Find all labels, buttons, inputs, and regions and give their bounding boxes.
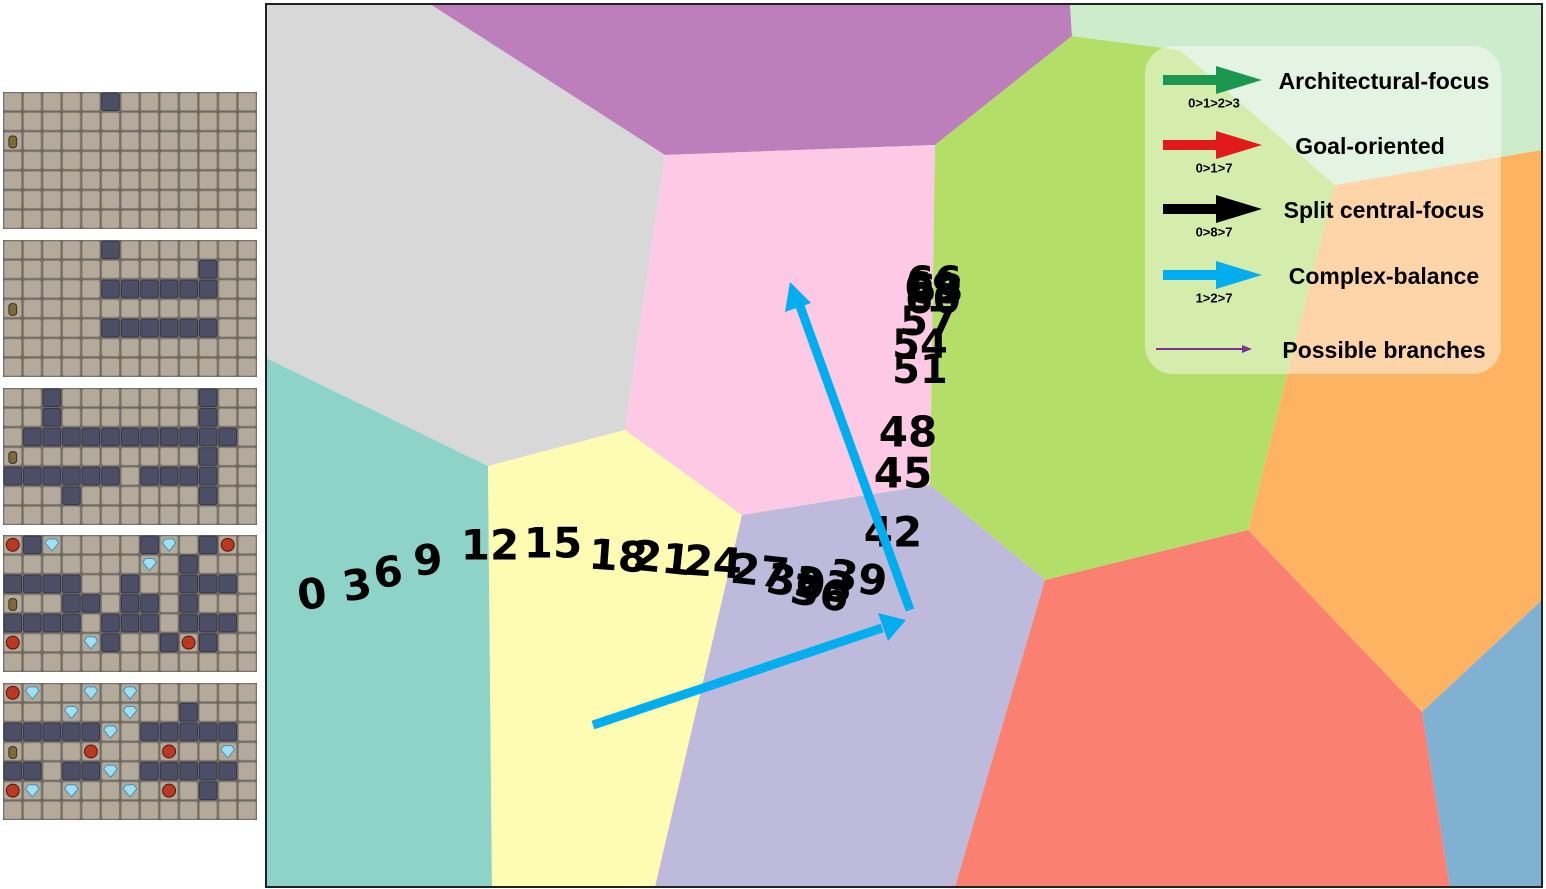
legend-arrow-shaft <box>1163 204 1221 214</box>
iteration-label: 39 <box>826 550 891 607</box>
legend-title: Possible branches <box>1282 337 1485 363</box>
legend-title: Split central-focus <box>1284 197 1485 223</box>
legend-title: Goal-oriented <box>1295 133 1445 159</box>
legend-path: 0>8>7 <box>1196 225 1233 240</box>
iteration-label: 69 <box>904 265 960 311</box>
legend-path: 0>1>2>3 <box>1188 96 1240 111</box>
iteration-label: 48 <box>879 408 937 457</box>
legend-title: Complex-balance <box>1289 263 1479 289</box>
voronoi-map: 0 36 9 12 15 18212427303336394245485154576063… <box>265 3 1543 888</box>
legend-path: 1>2>7 <box>1196 291 1233 306</box>
legend-path: 0>1>7 <box>1196 161 1233 176</box>
iteration-label: 9 <box>412 535 445 586</box>
legend-arrow-shaft <box>1163 75 1221 85</box>
legend-title: Architectural-focus <box>1279 68 1490 94</box>
legend: Architectural-focus 0>1>2>3 Goal-oriented 0… <box>1145 46 1501 374</box>
legend-arrow-shaft <box>1163 270 1221 280</box>
iteration-label: 6 <box>371 546 405 598</box>
legend-arrow-shaft <box>1163 140 1221 150</box>
iteration-label: 12 <box>461 521 519 570</box>
iteration-label: 15 <box>524 519 582 568</box>
